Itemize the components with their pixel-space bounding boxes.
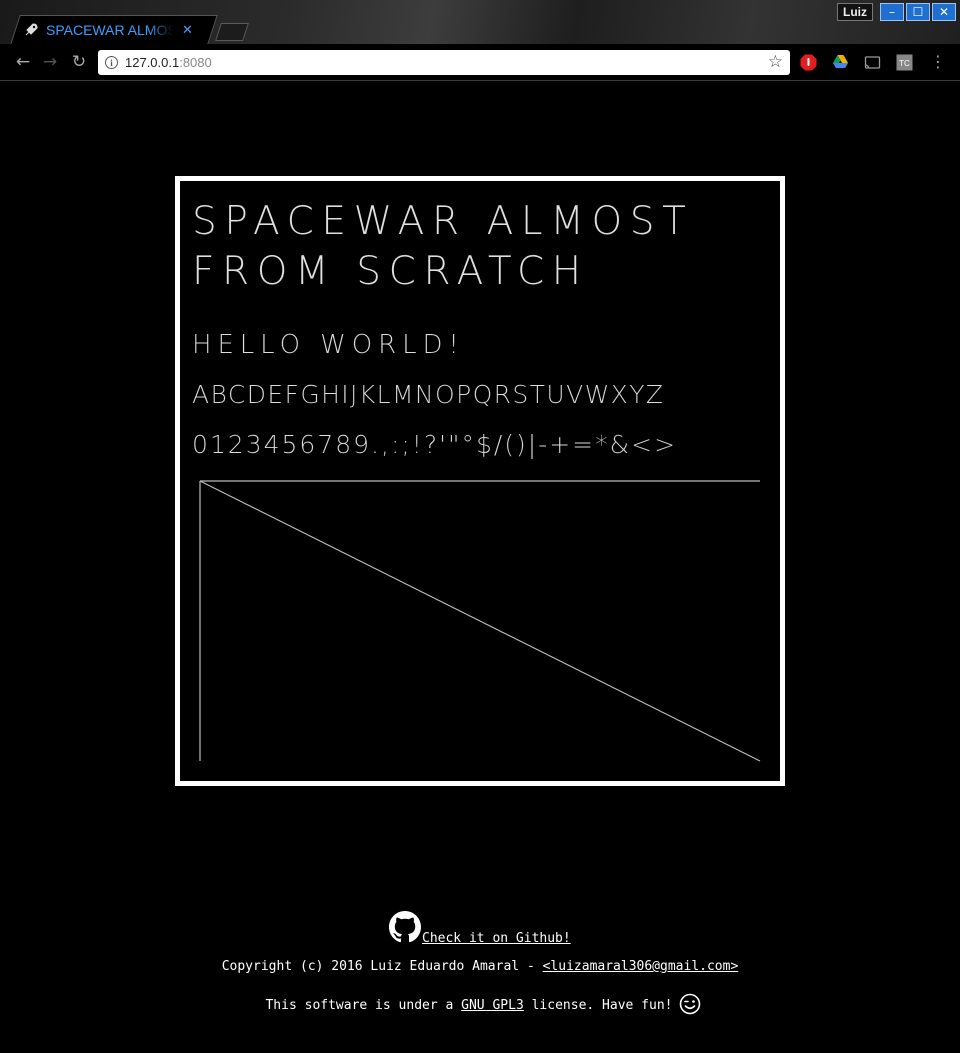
new-tab-button[interactable] <box>215 23 249 41</box>
back-arrow-icon[interactable]: ← <box>13 52 33 72</box>
tc-extension-icon[interactable]: TC <box>896 54 913 71</box>
bookmark-star-icon[interactable]: ☆ <box>768 52 783 72</box>
url-port: :8080 <box>179 55 212 70</box>
github-line: Check it on Github! <box>0 905 960 947</box>
minimize-button[interactable]: – <box>880 3 904 21</box>
copyright-text: Copyright (c) 2016 Luiz Eduardo Amaral - <box>221 959 543 974</box>
rocket-icon <box>25 23 38 36</box>
license-suffix: license. Have fun! <box>523 998 673 1013</box>
browser-menu-icon[interactable]: ⋮ <box>930 53 946 71</box>
diagonal-line <box>199 480 761 762</box>
email-link[interactable]: <luizamaral306@gmail.com> <box>543 959 739 974</box>
profile-button[interactable]: Luiz <box>837 3 873 21</box>
cast-icon[interactable] <box>864 54 881 71</box>
forward-arrow-icon[interactable]: → <box>40 52 60 72</box>
browser-toolbar: ← → ↻ i 127.0.0.1:8080 ☆ TC ⋮ <box>0 44 960 81</box>
github-link[interactable]: Check it on Github! <box>422 931 571 946</box>
game-canvas[interactable]: SPACEWAR ALMOST FROM SCRATCH HELLO WORLD… <box>175 176 785 786</box>
maximize-button[interactable]: ☐ <box>906 3 930 21</box>
url-host: 127.0.0.1 <box>125 55 180 70</box>
license-prefix: This software is under a <box>265 998 462 1013</box>
reload-icon[interactable]: ↻ <box>69 52 89 72</box>
tab-close-icon[interactable]: ✕ <box>182 24 193 37</box>
gpl-license-link[interactable]: GNU GPL3 <box>461 998 524 1013</box>
github-icon[interactable] <box>389 911 421 943</box>
tab-title: SPACEWAR ALMOST FROM SCRATCH <box>46 22 174 38</box>
info-icon[interactable]: i <box>105 56 118 69</box>
close-window-button[interactable]: ✕ <box>932 3 956 21</box>
license-line: This software is under a GNU GPL3 licens… <box>0 987 960 1015</box>
svg-text:TC: TC <box>899 59 910 68</box>
line-drawing <box>199 480 761 762</box>
adblock-icon[interactable] <box>800 54 817 71</box>
browser-title-bar: SPACEWAR ALMOST FROM SCRATCH ✕ Luiz – ☐ … <box>0 0 960 45</box>
address-bar[interactable]: i 127.0.0.1:8080 ☆ <box>98 50 790 75</box>
google-drive-icon[interactable] <box>832 54 849 71</box>
browser-tab-content[interactable]: SPACEWAR ALMOST FROM SCRATCH ✕ <box>24 20 204 40</box>
copyright-line: Copyright (c) 2016 Luiz Eduardo Amaral -… <box>0 959 960 974</box>
wink-smiley-icon <box>679 993 700 1015</box>
